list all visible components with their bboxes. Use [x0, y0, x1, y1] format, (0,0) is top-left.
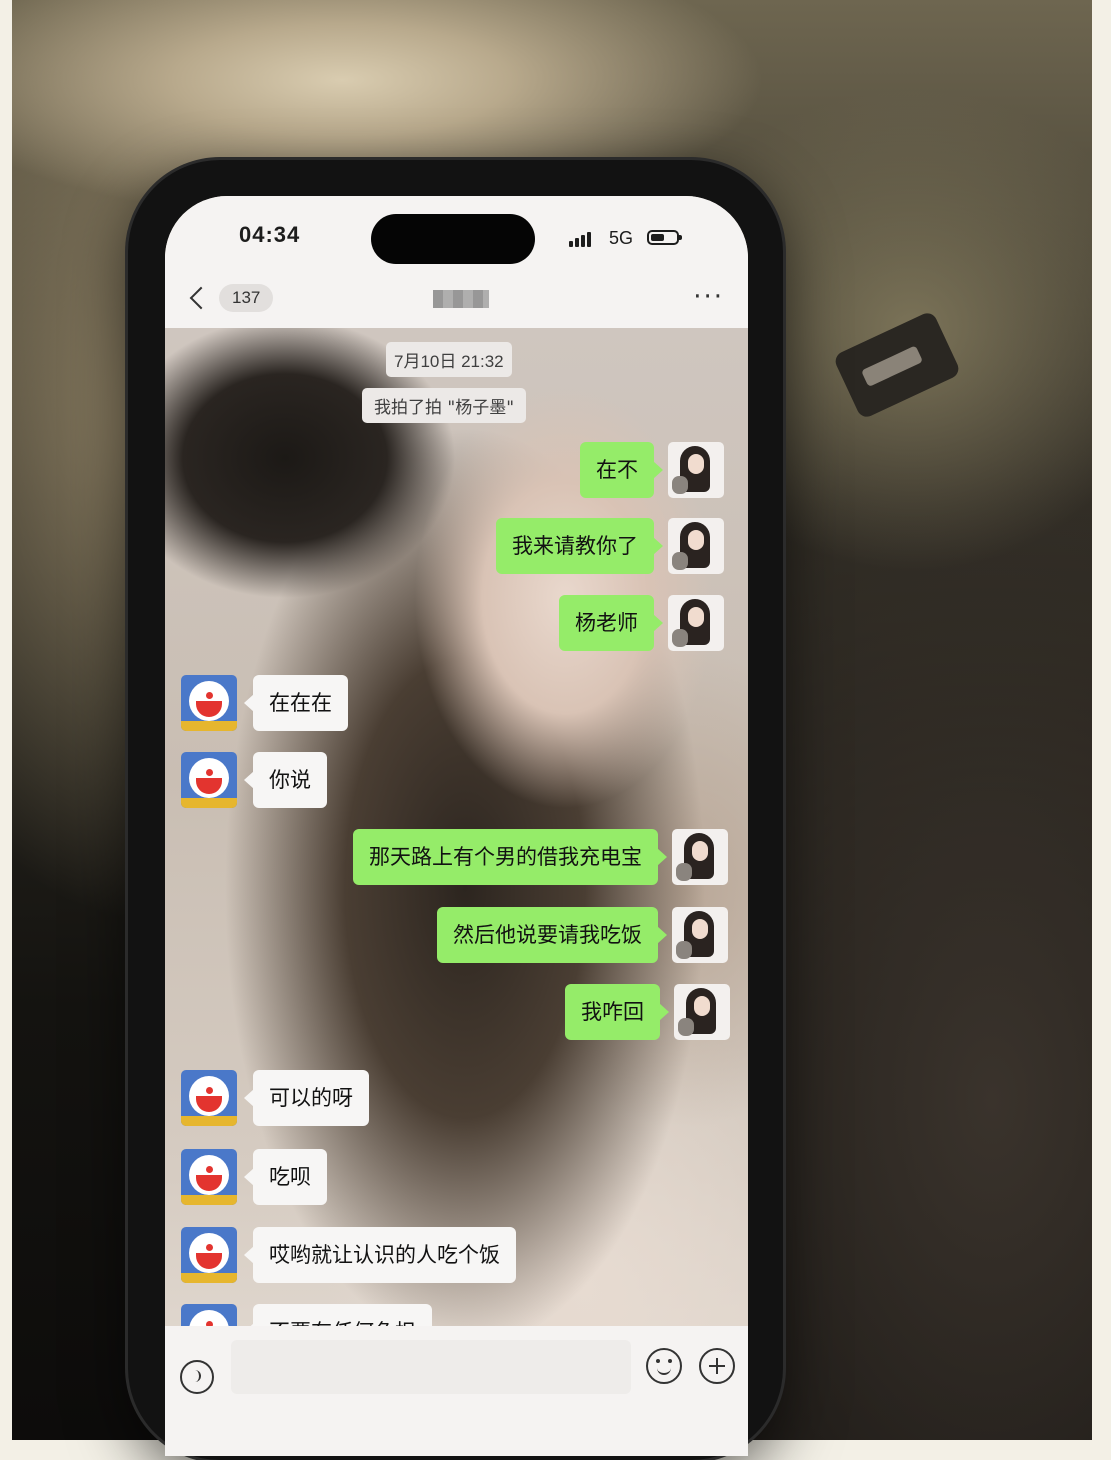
message-row-out: 然后他说要请我吃饭 — [437, 907, 728, 963]
incoming-message-bubble[interactable]: 可以的呀 — [244, 1070, 369, 1126]
status-bar: 04:34 5G — [165, 196, 748, 268]
outgoing-message-bubble[interactable]: 那天路上有个男的借我充电宝 — [353, 829, 667, 885]
my-avatar[interactable] — [668, 442, 724, 498]
outgoing-message-bubble[interactable]: 我咋回 — [565, 984, 669, 1040]
message-row-out: 我来请教你了 — [496, 518, 724, 574]
signal-bars-icon — [569, 231, 599, 247]
message-row-in: 可以的呀 — [181, 1070, 369, 1126]
outgoing-message-bubble[interactable]: 我来请教你了 — [496, 518, 663, 574]
chat-nav-bar: 137 ··· — [165, 268, 748, 328]
my-avatar[interactable] — [672, 907, 728, 963]
message-row-in: 哎哟就让认识的人吃个饭 — [181, 1227, 516, 1283]
back-button[interactable]: 137 — [187, 280, 274, 316]
message-row-out: 杨老师 — [559, 595, 724, 651]
my-avatar[interactable] — [668, 595, 724, 651]
emoji-icon[interactable] — [646, 1348, 682, 1384]
contact-avatar[interactable] — [181, 1227, 237, 1283]
contact-avatar[interactable] — [181, 675, 237, 731]
contact-avatar[interactable] — [181, 752, 237, 808]
outgoing-message-bubble[interactable]: 杨老师 — [559, 595, 663, 651]
dynamic-island — [371, 214, 535, 264]
voice-icon[interactable] — [180, 1360, 214, 1394]
outgoing-message-bubble[interactable]: 然后他说要请我吃饭 — [437, 907, 667, 963]
contact-avatar[interactable] — [181, 1149, 237, 1205]
message-row-out: 我咋回 — [565, 984, 730, 1040]
incoming-message-bubble[interactable]: 在在在 — [244, 675, 348, 731]
my-avatar[interactable] — [674, 984, 730, 1040]
message-row-out: 那天路上有个男的借我充电宝 — [353, 829, 728, 885]
contact-name-redacted — [433, 290, 489, 308]
more-options-button[interactable]: ··· — [693, 282, 724, 312]
my-avatar[interactable] — [668, 518, 724, 574]
message-row-in: 吃呗 — [181, 1149, 327, 1205]
incoming-message-bubble[interactable]: 你说 — [244, 752, 327, 808]
message-row-in: 你说 — [181, 752, 327, 808]
pat-notice: 我拍了拍 "杨子墨" — [362, 388, 527, 423]
network-label: 5G — [609, 228, 634, 248]
incoming-message-bubble[interactable]: 吃呗 — [244, 1149, 327, 1205]
chevron-left-icon — [189, 286, 213, 310]
message-input-bar — [165, 1326, 748, 1456]
message-row-in: 在在在 — [181, 675, 348, 731]
phone-screen: 04:34 5G 137 ··· 7月10日 21:32 我拍了拍 "杨子墨" … — [165, 196, 748, 1456]
message-row-out: 在不 — [580, 442, 724, 498]
contact-avatar[interactable] — [181, 1070, 237, 1126]
incoming-message-bubble[interactable]: 哎哟就让认识的人吃个饭 — [244, 1227, 516, 1283]
message-timestamp: 7月10日 21:32 — [386, 342, 512, 377]
seat-strap — [832, 310, 962, 420]
battery-icon — [647, 230, 682, 245]
status-time: 04:34 — [239, 222, 301, 247]
unread-count-badge: 137 — [219, 284, 274, 312]
outgoing-message-bubble[interactable]: 在不 — [580, 442, 663, 498]
my-avatar[interactable] — [672, 829, 728, 885]
message-input[interactable] — [231, 1340, 631, 1394]
plus-icon[interactable] — [699, 1348, 735, 1384]
